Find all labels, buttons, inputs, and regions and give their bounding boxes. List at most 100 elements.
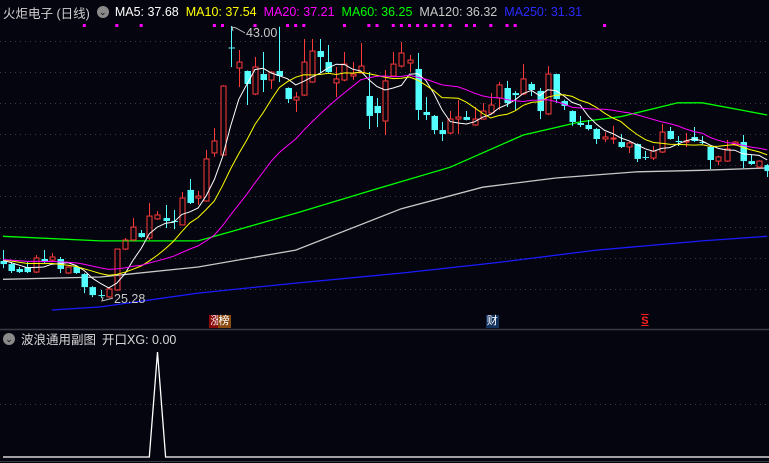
candle-down: [0, 249, 7, 269]
signal-dot: [473, 24, 477, 27]
ma250-label: MA250: 31.31: [504, 5, 583, 19]
candle-body: [520, 78, 527, 95]
chevron-down-icon[interactable]: ⌄: [3, 332, 15, 345]
candle-body: [626, 142, 633, 148]
candle-body: [423, 111, 430, 116]
signal-dot: [82, 24, 86, 27]
candle-body: [33, 257, 40, 273]
subchart-header: ⌄ 波浪通用副图 开口XG: 0.00: [0, 330, 182, 347]
extreme-annotations: 43.00 25.28: [101, 26, 277, 306]
candle-body: [138, 233, 145, 238]
candle-down: [707, 145, 714, 170]
candle-body: [528, 84, 535, 91]
stock-title[interactable]: 火炬电子 (日线): [3, 3, 90, 22]
candle-down: [317, 39, 324, 73]
signal-dot: [212, 24, 216, 27]
ma60-label: MA60: 36.25: [341, 5, 413, 19]
candle-body: [260, 74, 267, 81]
high-price-label: 43.00: [246, 26, 277, 40]
candle-body: [146, 215, 153, 239]
candle-body: [602, 136, 609, 140]
tag-s-dollar[interactable]: S: [640, 315, 649, 328]
candle-body: [285, 88, 292, 100]
main-chart-header: 火炬电子 (日线) ⌄ MA5: 37.68 MA10: 37.54 MA20:…: [0, 3, 589, 21]
signal-dot: [448, 24, 452, 27]
tag-cai[interactable]: 财: [485, 315, 499, 328]
candle-up: [496, 82, 503, 110]
subchart-title[interactable]: 波浪通用副图: [21, 329, 96, 348]
candle-body: [577, 123, 584, 126]
candle-up: [203, 150, 210, 202]
candle-up: [130, 218, 137, 241]
candle-body: [455, 116, 462, 120]
signal-dot: [221, 24, 225, 27]
candle-down: [667, 127, 674, 140]
ma5-line: [2, 63, 768, 289]
candle-up: [715, 155, 722, 166]
high-arrow: [231, 26, 246, 34]
candle-up: [252, 57, 259, 96]
candle-body: [496, 84, 503, 99]
signal-markers: [82, 24, 607, 27]
signal-dot: [464, 24, 468, 27]
candle-body: [431, 115, 438, 131]
candle-body: [447, 118, 454, 134]
candle-down: [553, 73, 560, 104]
candle-up: [602, 132, 609, 143]
candle-body: [374, 105, 381, 114]
candle-down: [374, 97, 381, 128]
candle-down: [187, 179, 194, 205]
candle-body: [585, 125, 592, 129]
price-chart[interactable]: 43.00 25.28: [0, 0, 769, 463]
candle-body: [130, 226, 137, 241]
candle-body: [98, 295, 105, 297]
candle-body: [228, 47, 235, 49]
ma120-line: [2, 167, 768, 280]
chevron-down-icon[interactable]: ⌄: [96, 6, 109, 18]
signal-dot: [391, 24, 395, 27]
indicator-value: 开口XG: 0.00: [102, 333, 177, 347]
candle-body: [195, 195, 202, 199]
candle-down: [593, 128, 600, 145]
candle-down: [81, 273, 88, 294]
candle-up: [236, 49, 243, 87]
candle-up: [33, 255, 40, 274]
candle-down: [89, 286, 96, 298]
candle-up: [398, 41, 405, 68]
signal-dot: [115, 24, 119, 27]
candle-down: [163, 204, 170, 229]
candle-body: [333, 78, 340, 84]
candle-body: [211, 140, 218, 154]
candle-body: [179, 197, 186, 226]
candle-down: [431, 115, 438, 135]
candlesticks: [0, 26, 769, 299]
signal-dot: [342, 24, 346, 27]
candle-body: [667, 130, 674, 139]
candle-body: [715, 156, 722, 162]
candle-body: [748, 161, 755, 164]
candle-down: [415, 53, 422, 120]
signal-dot: [432, 24, 436, 27]
candle-body: [610, 137, 617, 140]
candle-body: [89, 287, 96, 296]
candle-body: [366, 95, 373, 116]
candle-down: [764, 164, 769, 178]
candle-up: [333, 66, 340, 98]
candle-up: [293, 92, 300, 112]
short-ma-lines: [2, 63, 768, 289]
candle-body: [16, 268, 23, 273]
tag-bang[interactable]: 榜: [217, 315, 231, 328]
candle-up: [195, 191, 202, 205]
candle-down: [423, 97, 430, 120]
low-arrow: [101, 296, 114, 302]
signal-dot: [367, 24, 371, 27]
candle-body: [390, 63, 397, 77]
candle-down: [228, 26, 235, 67]
candle-up: [65, 266, 72, 274]
candle-down: [618, 134, 625, 149]
candle-up: [358, 43, 365, 74]
candle-down: [276, 26, 283, 83]
candle-up: [382, 70, 389, 135]
candle-body: [317, 51, 324, 58]
candle-body: [504, 88, 511, 104]
